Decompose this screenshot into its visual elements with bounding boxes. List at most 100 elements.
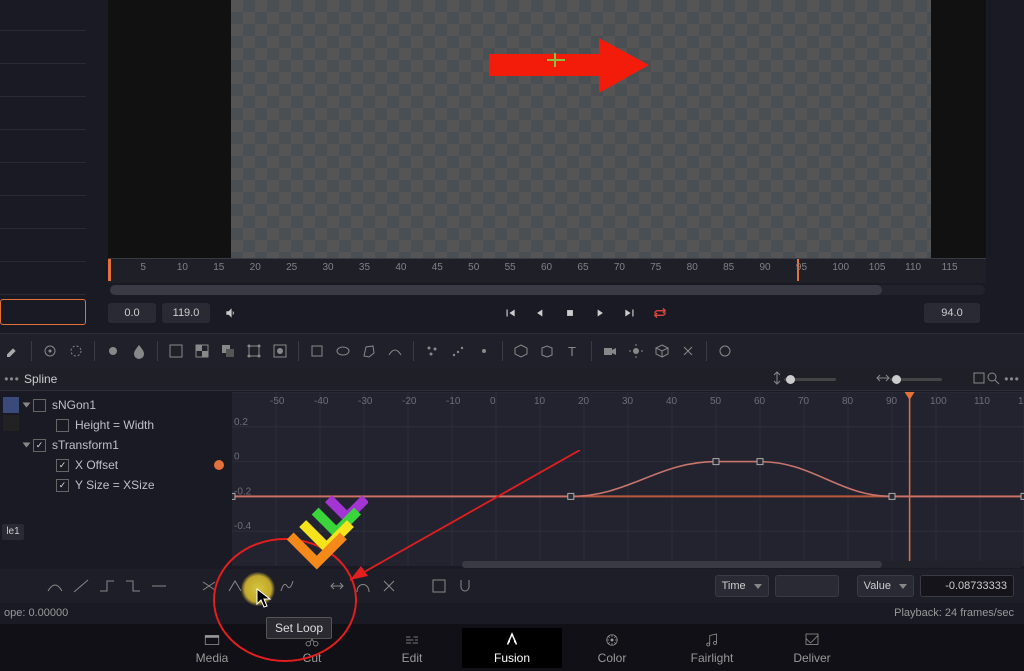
- tab-cut[interactable]: Cut: [262, 628, 362, 668]
- current-frame-field[interactable]: 94.0: [924, 303, 980, 323]
- reverse-icon[interactable]: [196, 573, 222, 599]
- loop-button[interactable]: [649, 302, 671, 324]
- go-end-button[interactable]: [619, 302, 641, 324]
- shape-box-icon[interactable]: [426, 573, 452, 599]
- roto-icon[interactable]: [63, 338, 89, 364]
- play-button[interactable]: [589, 302, 611, 324]
- linear-icon[interactable]: [68, 573, 94, 599]
- clip-slot[interactable]: [0, 99, 86, 130]
- tree-node[interactable]: Y Size = XSize: [24, 475, 224, 495]
- y-mode-select[interactable]: Value: [857, 575, 914, 597]
- merge-icon[interactable]: [215, 338, 241, 364]
- tab-edit[interactable]: Edit: [362, 628, 462, 668]
- svg-text:70: 70: [798, 396, 810, 407]
- tree-node[interactable]: Height = Width: [24, 415, 224, 435]
- particles-icon[interactable]: [419, 338, 445, 364]
- set-pingpong-icon[interactable]: [248, 573, 274, 599]
- mask-polygon-icon[interactable]: [356, 338, 382, 364]
- set-loop-icon[interactable]: [222, 573, 248, 599]
- go-start-button[interactable]: [499, 302, 521, 324]
- render3d-icon[interactable]: [649, 338, 675, 364]
- tab-deliver[interactable]: Deliver: [762, 628, 862, 668]
- paint-tool-icon[interactable]: [0, 338, 26, 364]
- mask-ellipse-icon[interactable]: [330, 338, 356, 364]
- matte-icon[interactable]: [267, 338, 293, 364]
- color-swatch[interactable]: [3, 415, 19, 431]
- snap-icon[interactable]: [452, 573, 478, 599]
- tree-node-label: Y Size = XSize: [75, 478, 155, 492]
- background-icon[interactable]: [163, 338, 189, 364]
- color-swatch[interactable]: [3, 397, 19, 413]
- timeline-scrollbar[interactable]: [110, 285, 985, 295]
- set-relative-icon[interactable]: [274, 573, 300, 599]
- viewer[interactable]: [108, 0, 986, 258]
- zoom-icon[interactable]: [986, 371, 1000, 388]
- p-render-icon[interactable]: [471, 338, 497, 364]
- tree-node[interactable]: sNGon1: [24, 395, 224, 415]
- ruler-tick: 5: [140, 262, 146, 273]
- blur-icon[interactable]: [126, 338, 152, 364]
- camera3d-icon[interactable]: [597, 338, 623, 364]
- spline-scrollbar[interactable]: [462, 561, 1022, 568]
- clip-slot[interactable]: [0, 66, 86, 97]
- ruler-tick: 10: [177, 262, 188, 273]
- stop-button[interactable]: [559, 302, 581, 324]
- tab-color[interactable]: Color: [562, 628, 662, 668]
- x-mode-select[interactable]: Time: [715, 575, 769, 597]
- clip-slot[interactable]: [0, 198, 86, 229]
- step-out-icon[interactable]: [120, 573, 146, 599]
- audio-icon[interactable]: [220, 302, 242, 324]
- time-ruler[interactable]: 5101520253035404550556065707580859095100…: [108, 258, 986, 283]
- transform-icon[interactable]: [241, 338, 267, 364]
- ruler-in-marker[interactable]: [108, 259, 111, 281]
- tab-media[interactable]: Media: [162, 628, 262, 668]
- tree-node[interactable]: X Offset: [24, 455, 224, 475]
- vertical-zoom-icon[interactable]: [770, 371, 784, 388]
- p-emitter-icon[interactable]: [445, 338, 471, 364]
- usd-icon[interactable]: [712, 338, 738, 364]
- step-in-icon[interactable]: [94, 573, 120, 599]
- time-stretch-icon[interactable]: [324, 573, 350, 599]
- clip-slot[interactable]: [0, 231, 86, 262]
- viewer-canvas[interactable]: [231, 0, 931, 258]
- fastnoise-icon[interactable]: [189, 338, 215, 364]
- shape3d-icon[interactable]: [508, 338, 534, 364]
- light-icon[interactable]: [623, 338, 649, 364]
- reduce-icon[interactable]: [376, 573, 402, 599]
- in-frame-field[interactable]: 0.0: [108, 303, 156, 323]
- vertical-zoom-slider[interactable]: [784, 378, 836, 381]
- text-icon[interactable]: T: [560, 338, 586, 364]
- timeline-scrollbar-thumb[interactable]: [110, 285, 882, 295]
- horizontal-zoom-icon[interactable]: [876, 371, 890, 388]
- fit-icon[interactable]: [972, 371, 986, 388]
- clip-slot-active[interactable]: [0, 299, 86, 325]
- ruler-tick: 30: [323, 262, 334, 273]
- merge3d-icon[interactable]: [675, 338, 701, 364]
- flat-icon[interactable]: [146, 573, 172, 599]
- tab-fusion[interactable]: Fusion: [462, 628, 562, 668]
- mask-rect-icon[interactable]: [304, 338, 330, 364]
- clip-slot[interactable]: [0, 264, 86, 295]
- ease-icon[interactable]: [350, 573, 376, 599]
- clip-slot[interactable]: [0, 33, 86, 64]
- y-value-field[interactable]: -0.08733333: [920, 575, 1014, 597]
- out-frame-field[interactable]: 119.0: [162, 303, 210, 323]
- horizontal-zoom-slider[interactable]: [890, 378, 942, 381]
- image3d-icon[interactable]: [534, 338, 560, 364]
- tree-node[interactable]: sTransform1: [24, 435, 224, 455]
- spline-scrollbar-thumb[interactable]: [462, 561, 882, 568]
- brightness-icon[interactable]: [100, 338, 126, 364]
- clip-slot[interactable]: [0, 0, 86, 31]
- clip-slot[interactable]: [0, 132, 86, 163]
- clip-slot[interactable]: [0, 165, 86, 196]
- spline-graph[interactable]: -50-40-30-20-100102030405060708090100110…: [232, 392, 1024, 566]
- x-value-field[interactable]: [775, 575, 839, 597]
- panel-menu-icon[interactable]: •••: [0, 372, 24, 386]
- tracker-icon[interactable]: [37, 338, 63, 364]
- tab-fairlight[interactable]: Fairlight: [662, 628, 762, 668]
- spline-tree: sNGon1 Height = Width sTransform1 X Offs…: [24, 395, 224, 495]
- step-back-button[interactable]: [529, 302, 551, 324]
- panel-options-icon[interactable]: •••: [1000, 372, 1024, 386]
- smooth-icon[interactable]: [42, 573, 68, 599]
- mask-bspline-icon[interactable]: [382, 338, 408, 364]
